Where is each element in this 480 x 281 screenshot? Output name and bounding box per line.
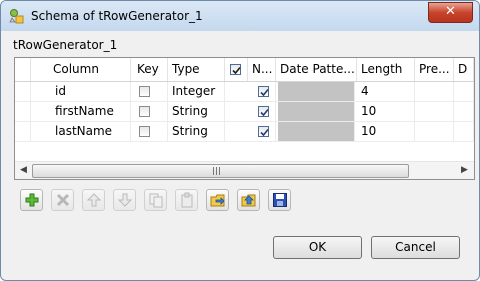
cell-key[interactable]: [131, 82, 168, 101]
header-length[interactable]: Length: [357, 58, 415, 81]
ok-button[interactable]: OK: [273, 236, 362, 259]
header-type[interactable]: Type: [168, 58, 225, 81]
scroll-left-icon[interactable]: ◀: [17, 164, 30, 177]
table-row[interactable]: id Integer 4: [15, 82, 474, 102]
cell-precision[interactable]: [415, 82, 454, 101]
add-button[interactable]: [20, 189, 43, 211]
import-schema-icon: [210, 194, 225, 207]
cell-key[interactable]: [131, 102, 168, 121]
move-up-button[interactable]: [82, 189, 105, 211]
schema-table: Column Key Type N... Date Patte... Lengt…: [14, 57, 475, 180]
header-nullable[interactable]: N...: [248, 58, 276, 81]
cell-nullable[interactable]: [225, 82, 276, 101]
app-icon: [9, 9, 24, 24]
add-icon: [25, 193, 39, 207]
key-checkbox[interactable]: [139, 106, 150, 117]
move-down-icon: [117, 193, 133, 207]
row-handle: [15, 102, 31, 121]
cell-column[interactable]: id: [31, 82, 131, 101]
schema-name-label: tRowGenerator_1: [13, 38, 118, 52]
row-handle: [15, 82, 31, 101]
copy-button[interactable]: [144, 189, 167, 211]
table-row[interactable]: firstName String 10: [15, 102, 474, 122]
dialog-content: tRowGenerator_1 Column Key Type N... Dat…: [8, 31, 475, 273]
cell-precision[interactable]: [415, 122, 454, 141]
cell-default[interactable]: [454, 82, 474, 101]
header-default[interactable]: D: [454, 58, 474, 81]
cell-nullable[interactable]: [225, 122, 276, 141]
cell-default[interactable]: [454, 102, 474, 121]
cell-column[interactable]: lastName: [31, 122, 131, 141]
table-header: Column Key Type N... Date Patte... Lengt…: [15, 58, 474, 82]
horizontal-scrollbar[interactable]: ◀ ▶: [15, 161, 474, 179]
row-handle: [15, 122, 31, 141]
cell-length[interactable]: 4: [357, 82, 415, 101]
header-date-pattern[interactable]: Date Patte...: [276, 58, 357, 81]
header-column[interactable]: Column: [31, 58, 131, 81]
key-checkbox[interactable]: [139, 86, 150, 97]
delete-icon: [56, 193, 70, 207]
cell-type[interactable]: Integer: [168, 82, 225, 101]
window-title: Schema of tRowGenerator_1: [31, 9, 203, 23]
move-up-icon: [86, 193, 102, 207]
paste-button[interactable]: [175, 189, 198, 211]
save-button[interactable]: [268, 189, 291, 211]
move-down-button[interactable]: [113, 189, 136, 211]
paste-icon: [181, 192, 193, 208]
checkbox-icon: [230, 64, 241, 75]
header-row-handle: [15, 58, 31, 81]
cell-length[interactable]: 10: [357, 122, 415, 141]
export-schema-button[interactable]: [237, 189, 260, 211]
cell-precision[interactable]: [415, 102, 454, 121]
cell-length[interactable]: 10: [357, 102, 415, 121]
cell-date-pattern[interactable]: [278, 102, 355, 121]
close-button[interactable]: ✕: [428, 2, 473, 23]
scroll-right-icon[interactable]: ▶: [458, 164, 471, 177]
table-row[interactable]: lastName String 10: [15, 122, 474, 142]
cell-default[interactable]: [454, 122, 474, 141]
title-bar: Schema of tRowGenerator_1 ✕: [1, 1, 479, 31]
cell-column[interactable]: firstName: [31, 102, 131, 121]
cell-key[interactable]: [131, 122, 168, 141]
cell-type[interactable]: String: [168, 102, 225, 121]
cell-date-pattern[interactable]: [278, 82, 355, 101]
header-nullable-checkbox[interactable]: [225, 58, 248, 81]
key-checkbox[interactable]: [139, 126, 150, 137]
copy-icon: [149, 193, 163, 208]
nullable-checkbox[interactable]: [258, 126, 269, 137]
cell-type[interactable]: String: [168, 122, 225, 141]
header-precision[interactable]: Pre...: [415, 58, 454, 81]
scrollbar-thumb[interactable]: [32, 164, 409, 178]
cancel-button[interactable]: Cancel: [371, 236, 460, 259]
import-schema-button[interactable]: [206, 189, 229, 211]
save-icon: [273, 193, 287, 207]
nullable-checkbox[interactable]: [258, 86, 269, 97]
header-key[interactable]: Key: [131, 58, 168, 81]
cell-nullable[interactable]: [225, 102, 276, 121]
schema-dialog: Schema of tRowGenerator_1 ✕ tRowGenerato…: [0, 0, 480, 281]
export-schema-icon: [241, 194, 256, 207]
close-icon: ✕: [445, 4, 456, 19]
cell-date-pattern[interactable]: [278, 122, 355, 141]
delete-button[interactable]: [51, 189, 74, 211]
nullable-checkbox[interactable]: [258, 106, 269, 117]
grip-icon: [213, 167, 220, 175]
